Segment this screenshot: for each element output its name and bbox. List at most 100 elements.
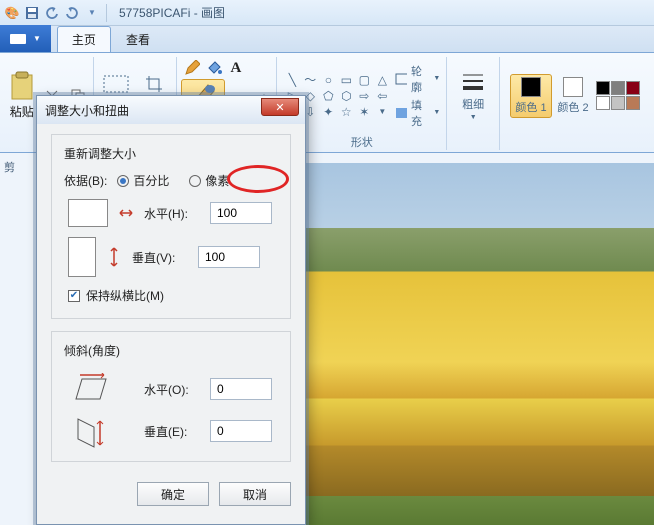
skew-vertical-icon <box>68 415 108 447</box>
ok-button[interactable]: 确定 <box>137 482 209 506</box>
resize-skew-dialog: 调整大小和扭曲 ✕ 重新调整大小 依据(B): 百分比 像素 <box>36 95 306 525</box>
shape-rect-icon[interactable]: ▭ <box>337 72 355 88</box>
resize-vertical-icon <box>68 237 96 277</box>
text-tool[interactable]: A <box>225 57 247 79</box>
dialog-body: 重新调整大小 依据(B): 百分比 像素 水平(H): <box>37 124 305 482</box>
aspect-label: 保持纵横比(M) <box>86 287 164 304</box>
app-icon: 🎨 <box>4 5 20 21</box>
radio-percent-indicator <box>117 175 129 187</box>
resize-fieldset: 重新调整大小 依据(B): 百分比 像素 水平(H): <box>51 134 291 319</box>
group-colors: 颜色 1 颜色 2 <box>500 57 650 150</box>
select-rect-icon <box>102 74 130 94</box>
pencil-icon <box>184 60 200 76</box>
radio-pixel-indicator <box>189 175 201 187</box>
shape-pentagon-icon[interactable]: ⬠ <box>319 88 337 104</box>
skew-legend: 倾斜(角度) <box>64 342 278 359</box>
resize-horizontal-icon <box>68 199 108 227</box>
ok-label: 确定 <box>161 486 185 503</box>
dialog-button-row: 确定 取消 <box>37 482 305 506</box>
horizontal-h-input[interactable] <box>210 202 272 224</box>
crop-button[interactable] <box>136 73 172 95</box>
ribbon-tab-row: ▼ 主页 查看 <box>0 26 654 53</box>
bucket-icon <box>206 60 222 76</box>
shape-leftarrow-icon[interactable]: ⇦ <box>373 88 391 104</box>
palette-swatch[interactable] <box>611 96 625 110</box>
fill-tool[interactable] <box>203 57 225 79</box>
outline-icon <box>395 73 407 85</box>
shape-star5-icon[interactable]: ☆ <box>337 104 355 120</box>
shape-fill-button[interactable]: 填充▼ <box>395 97 440 129</box>
arrow-horizontal-icon <box>118 208 134 218</box>
arrow-vertical-icon <box>106 247 122 267</box>
shape-polygon-icon[interactable]: △ <box>373 72 391 88</box>
color2-button[interactable]: 颜色 2 <box>552 77 594 115</box>
shape-curve-icon[interactable]: 〜 <box>301 72 319 88</box>
shape-oval-icon[interactable]: ○ <box>319 72 337 88</box>
color2-swatch <box>563 77 583 97</box>
radio-pixel[interactable]: 像素 <box>189 172 229 189</box>
color-palette <box>596 81 640 110</box>
skew-fieldset: 倾斜(角度) 水平(O): 垂直(E): <box>51 331 291 462</box>
tab-home[interactable]: 主页 <box>57 26 111 52</box>
palette-swatch[interactable] <box>596 96 610 110</box>
shape-rightarrow-icon[interactable]: ⇨ <box>355 88 373 104</box>
outline-label: 轮廓 <box>411 63 429 95</box>
palette-swatch[interactable] <box>626 96 640 110</box>
radio-pixel-label: 像素 <box>205 172 229 189</box>
crop-icon <box>145 75 163 93</box>
tab-view-label: 查看 <box>126 31 150 48</box>
color1-button[interactable]: 颜色 1 <box>510 74 552 118</box>
paste-icon <box>8 71 36 101</box>
vertical-v-label: 垂直(V): <box>132 249 188 266</box>
color2-label: 颜色 2 <box>557 99 588 115</box>
checkbox-indicator: ✔ <box>68 290 80 302</box>
close-icon: ✕ <box>275 101 284 114</box>
save-icon[interactable] <box>24 5 40 21</box>
cancel-label: 取消 <box>243 486 267 503</box>
dialog-close-button[interactable]: ✕ <box>261 98 299 116</box>
shapes-more-icon[interactable]: ▼ <box>373 104 391 120</box>
horizontal-h-label: 水平(H): <box>144 205 200 222</box>
horizontal-o-label: 水平(O): <box>144 381 200 398</box>
undo-icon[interactable] <box>44 5 60 21</box>
select-rect-button[interactable] <box>98 73 134 95</box>
cancel-button[interactable]: 取消 <box>219 482 291 506</box>
stroke-width-button[interactable]: 粗细 ▼ <box>452 70 494 121</box>
shape-roundrect-icon[interactable]: ▢ <box>355 72 373 88</box>
title-bar: 🎨 ▼ 57758PICAFi - 画图 <box>0 0 654 26</box>
fillopt-icon <box>395 107 407 119</box>
redo-icon[interactable] <box>64 5 80 21</box>
tab-home-label: 主页 <box>72 31 96 48</box>
by-label: 依据(B): <box>64 172 107 189</box>
tab-view[interactable]: 查看 <box>111 26 165 52</box>
radio-percent[interactable]: 百分比 <box>117 172 169 189</box>
chevron-down-icon: ▼ <box>33 34 41 43</box>
file-menu-button[interactable]: ▼ <box>0 25 51 52</box>
dialog-titlebar[interactable]: 调整大小和扭曲 ✕ <box>37 96 305 124</box>
qat-dropdown-icon[interactable]: ▼ <box>84 5 100 21</box>
vertical-v-input[interactable] <box>198 246 260 268</box>
aspect-checkbox[interactable]: ✔ 保持纵横比(M) <box>68 287 164 304</box>
shapes-group-label: 形状 <box>351 134 373 150</box>
palette-swatch[interactable] <box>611 81 625 95</box>
palette-swatch[interactable] <box>596 81 610 95</box>
paste-label: 粘贴 <box>10 103 34 120</box>
shape-hexagon-icon[interactable]: ⬡ <box>337 88 355 104</box>
shape-outline-button[interactable]: 轮廓▼ <box>395 63 440 95</box>
chevron-down-icon: ▼ <box>470 114 477 121</box>
vertical-e-input[interactable] <box>210 420 272 442</box>
shape-star6-icon[interactable]: ✶ <box>355 104 373 120</box>
quick-access-toolbar: 🎨 ▼ <box>4 5 100 21</box>
horizontal-o-input[interactable] <box>210 378 272 400</box>
text-icon: A <box>230 60 241 77</box>
skew-horizontal-icon <box>68 373 108 405</box>
stroke-label: 粗细 <box>462 96 484 112</box>
pencil-tool[interactable] <box>181 57 203 79</box>
paste-button[interactable]: 粘贴 <box>8 71 36 120</box>
shape-star4-icon[interactable]: ✦ <box>319 104 337 120</box>
vertical-e-label: 垂直(E): <box>144 423 200 440</box>
palette-swatch[interactable] <box>626 81 640 95</box>
shape-line-icon[interactable]: ╲ <box>283 72 301 88</box>
fill-label: 填充 <box>411 97 429 129</box>
clipboard-group-label-truncated: 剪 <box>4 159 15 175</box>
